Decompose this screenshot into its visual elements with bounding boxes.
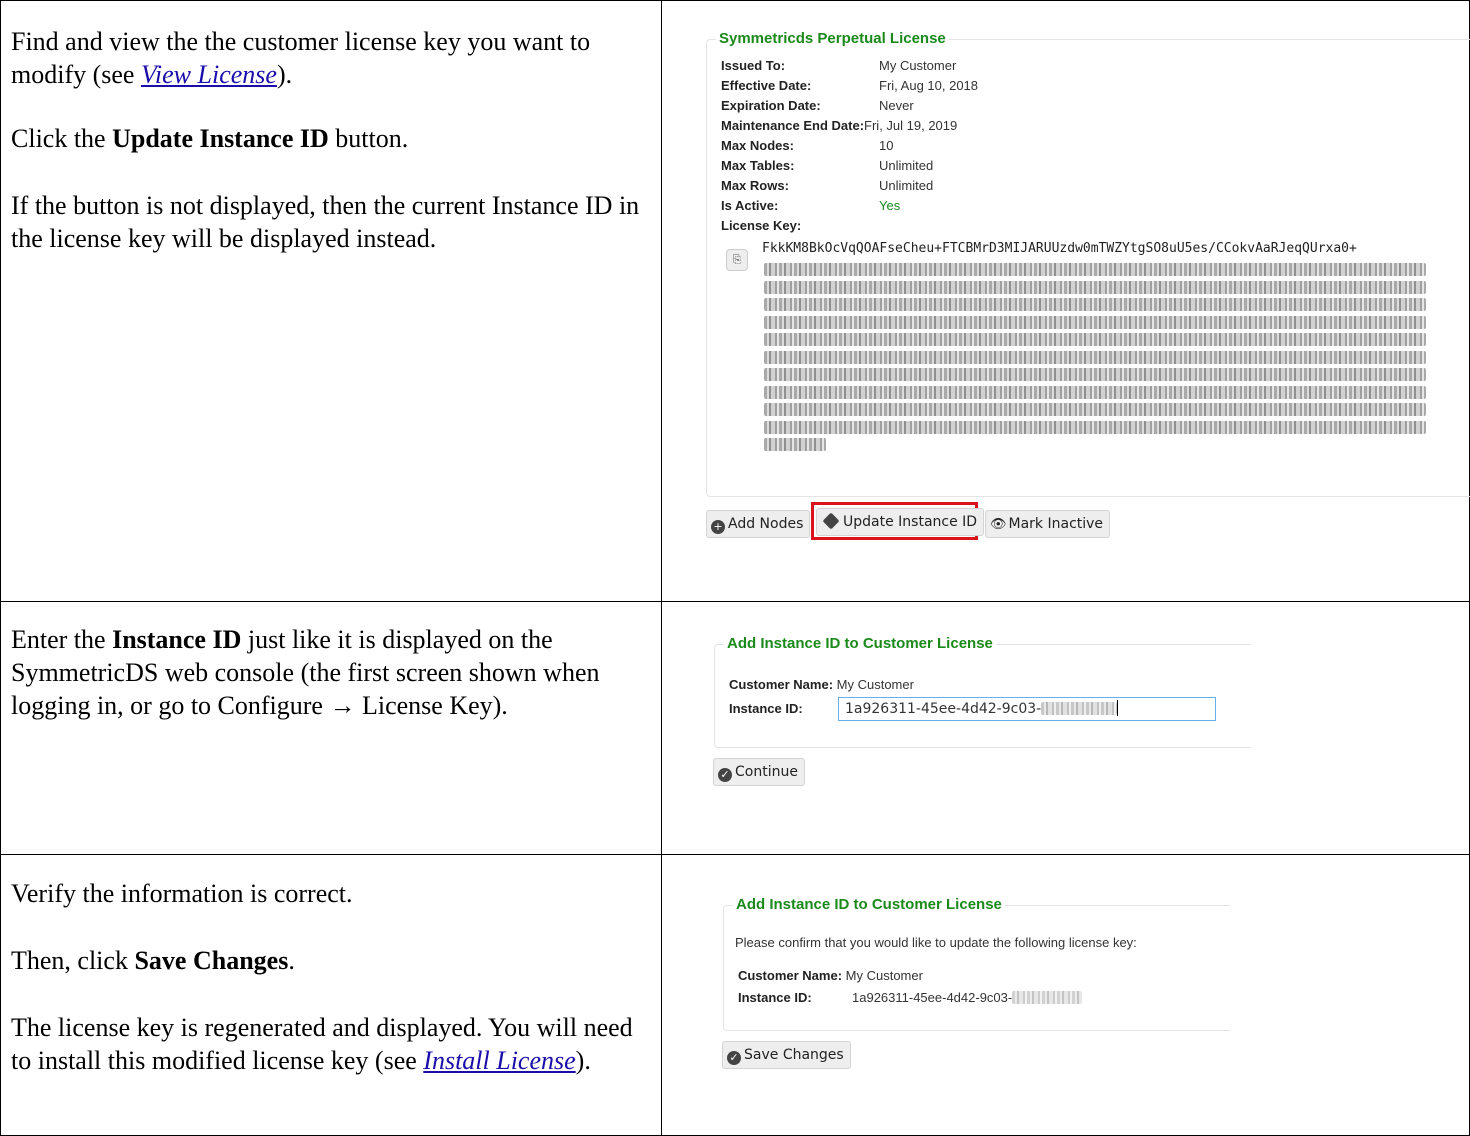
add-nodes-button[interactable]: + Add Nodes [706, 510, 811, 538]
confirm-legend: Add Instance ID to Customer License [733, 896, 1005, 913]
step-1-screenshot-cell: Symmetricds Perpetual License Issued To:… [661, 0, 1470, 602]
step-3-para-1: Verify the information is correct. [11, 879, 353, 908]
step-3-screenshot-cell: Add Instance ID to Customer License Plea… [661, 854, 1470, 1136]
license-field-row: Expiration Date: Never [721, 98, 914, 113]
view-license-link[interactable]: View License [141, 60, 277, 89]
redacted-line [764, 420, 1426, 434]
license-field-row: Effective Date: Fri, Aug 10, 2018 [721, 78, 978, 93]
license-detail-screen: Symmetricds Perpetual License Issued To:… [662, 1, 1470, 601]
license-field-label: Is Active: [721, 198, 779, 213]
redacted-line [764, 385, 1426, 399]
license-field-row: Is Active: Yes [721, 198, 900, 213]
license-field-row: Max Nodes: 10 [721, 138, 893, 153]
tag-icon [822, 512, 840, 530]
customer-name-row: Customer Name: My Customer [729, 677, 914, 692]
install-license-link[interactable]: Install License [423, 1046, 575, 1075]
license-field-value: Unlimited [879, 158, 934, 173]
confirm-screen: Add Instance ID to Customer License Plea… [662, 855, 1469, 1135]
instructions-table: Find and view the the customer license k… [0, 0, 1470, 1136]
text-cursor [1117, 700, 1119, 716]
step-3-text-cell: Verify the information is correct. Then,… [0, 854, 662, 1136]
license-field-label: Issued To: [721, 58, 786, 73]
add-instance-fieldset [714, 644, 1251, 748]
redacted-line [764, 280, 1426, 294]
step-1-para-1: Find and view the the customer license k… [11, 27, 591, 89]
license-field-label: Maintenance End Date: [721, 118, 865, 133]
step-2-para-1: Enter the Instance ID just like it is di… [11, 625, 600, 720]
step-row-1: Find and view the the customer license k… [0, 0, 1470, 602]
check-circle-icon: ✓ [718, 768, 732, 782]
license-field-value: My Customer [879, 58, 957, 73]
step-3-para-3: The license key is regenerated and displ… [11, 1013, 633, 1075]
license-field-label: Max Tables: [721, 158, 795, 173]
check-circle-icon: ✓ [727, 1051, 741, 1065]
step-1-para-3: If the button is not displayed, then the… [11, 191, 640, 253]
license-field-row: Max Tables: Unlimited [721, 158, 933, 173]
step-2-screenshot-cell: Add Instance ID to Customer License Cust… [661, 601, 1470, 855]
license-key-label: License Key: [721, 218, 802, 233]
license-field-value: Unlimited [879, 178, 934, 193]
redacted-line [764, 298, 1426, 311]
step-1-text-cell: Find and view the the customer license k… [0, 0, 662, 602]
step-row-2: Enter the Instance ID just like it is di… [0, 601, 1470, 855]
license-field-value: Never [879, 98, 914, 113]
confirm-instance-row: Instance ID: 1a926311-45ee-4d42-9c03- [738, 989, 1083, 1005]
continue-button[interactable]: ✓ Continue [713, 758, 805, 786]
mark-inactive-button[interactable]: 👁 Mark Inactive [985, 510, 1111, 538]
step-1-para-2: Click the Update Instance ID button. [11, 124, 409, 153]
license-field-label: Max Nodes: [721, 138, 794, 153]
add-instance-screen: Add Instance ID to Customer License Cust… [662, 602, 1469, 854]
license-field-value: Yes [879, 198, 901, 213]
license-field-row: Issued To: My Customer [721, 58, 956, 73]
update-instance-id-button[interactable]: Update Instance ID [816, 508, 985, 536]
redacted-line [764, 263, 1426, 276]
license-field-value: Fri, Jul 19, 2019 [864, 118, 958, 133]
license-legend: Symmetricds Perpetual License [716, 30, 949, 47]
confirm-message: Please confirm that you would like to up… [735, 935, 1137, 950]
license-field-row: Maintenance End Date:Fri, Jul 19, 2019 [721, 118, 957, 133]
instance-id-redacted [1041, 702, 1118, 715]
license-field-label: Effective Date: [721, 78, 812, 93]
step-3-para-2: Then, click Save Changes. [11, 946, 295, 975]
license-field-label: Expiration Date: [721, 98, 821, 113]
step-row-3: Verify the information is correct. Then,… [0, 854, 1470, 1136]
copy-icon[interactable]: ⎘ [726, 249, 748, 271]
license-field-label: Max Rows: [721, 178, 789, 193]
instance-id-label: Instance ID: [729, 701, 803, 716]
redacted-line [764, 315, 1426, 329]
license-field-value: 10 [879, 138, 894, 153]
step-2-text-cell: Enter the Instance ID just like it is di… [0, 601, 662, 855]
license-key-text: FkkKM8BkOcVqQOAFseCheu+FTCBMrD3MIJARUUzd… [762, 241, 1357, 256]
redacted-line [764, 368, 1426, 381]
save-changes-button[interactable]: ✓ Save Changes [722, 1041, 851, 1069]
redacted-line [764, 403, 1426, 416]
plus-circle-icon: + [711, 520, 725, 534]
confirm-instance-redacted [1012, 991, 1083, 1004]
redacted-line [764, 438, 826, 451]
confirm-customer-row: Customer Name: My Customer [738, 968, 923, 983]
instance-id-input[interactable]: 1a926311-45ee-4d42-9c03- [838, 697, 1216, 721]
license-field-row: Max Rows: Unlimited [721, 178, 933, 193]
redacted-line [764, 333, 1426, 346]
eye-slash-icon: 👁 [990, 517, 1007, 532]
license-field-value: Fri, Aug 10, 2018 [879, 78, 979, 93]
add-instance-legend: Add Instance ID to Customer License [724, 635, 996, 652]
redacted-line [764, 350, 1426, 364]
